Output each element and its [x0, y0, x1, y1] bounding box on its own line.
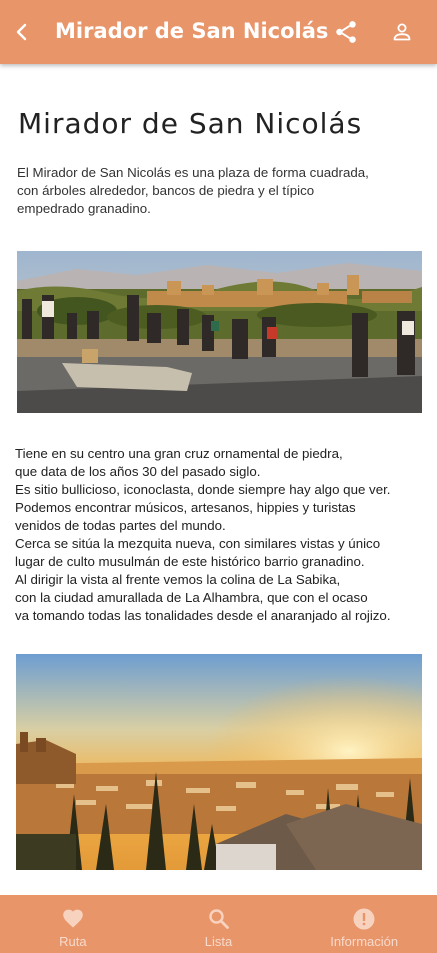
bottom-navigation: Ruta Lista Información	[0, 895, 437, 953]
body-line: venidos de todas partes del mundo.	[15, 518, 226, 533]
body-line: Cerca se sitúa la mezquita nueva, con si…	[15, 536, 381, 551]
body-line: que data de los años 30 del pasado siglo…	[15, 464, 261, 479]
nav-item-ruta[interactable]: Ruta	[0, 895, 146, 953]
intro-line: empedrado granadino.	[17, 201, 151, 216]
body-line: Podemos encontrar músicos, artesanos, hi…	[15, 500, 356, 515]
info-alert-icon	[353, 908, 375, 930]
body-line: Al dirigir la vista al frente vemos la c…	[15, 572, 341, 587]
app-bar: Mirador de San Nicolás	[0, 0, 437, 64]
person-icon[interactable]	[390, 20, 414, 44]
intro-line: El Mirador de San Nicolás es una plaza d…	[17, 165, 369, 180]
nav-label-ruta: Ruta	[59, 934, 87, 949]
chevron-left-icon[interactable]	[10, 20, 34, 44]
intro-line: con árboles alrededor, bancos de piedra …	[17, 183, 315, 198]
nav-item-lista[interactable]: Lista	[146, 895, 292, 953]
body-line: va tomando todas las tonalidades desde e…	[15, 608, 391, 623]
body-line: con la ciudad amurallada de La Alhambra,…	[15, 590, 368, 605]
page-title: Mirador de San Nicolás	[18, 107, 363, 140]
nav-label-informacion: Información	[330, 934, 399, 949]
description-paragraph: Tiene en su centro una gran cruz ornamen…	[15, 445, 435, 625]
article-content[interactable]: Mirador de San Nicolás El Mirador de San…	[0, 64, 437, 895]
app-bar-title: Mirador de San Nicolás	[55, 19, 329, 43]
granada-sunset-photo	[16, 654, 422, 870]
share-icon[interactable]	[333, 19, 359, 45]
search-icon	[208, 909, 229, 929]
heart-icon	[63, 909, 83, 928]
nav-item-informacion[interactable]: Información	[291, 895, 437, 953]
mirador-plaza-photo	[17, 251, 422, 413]
nav-label-lista: Lista	[204, 934, 233, 949]
body-line: lugar de culto musulmán de este históric…	[15, 554, 365, 569]
body-line: Tiene en su centro una gran cruz ornamen…	[15, 446, 343, 461]
intro-paragraph: El Mirador de San Nicolás es una plaza d…	[17, 164, 427, 218]
body-line: Es sitio bullicioso, iconoclasta, donde …	[15, 482, 391, 497]
